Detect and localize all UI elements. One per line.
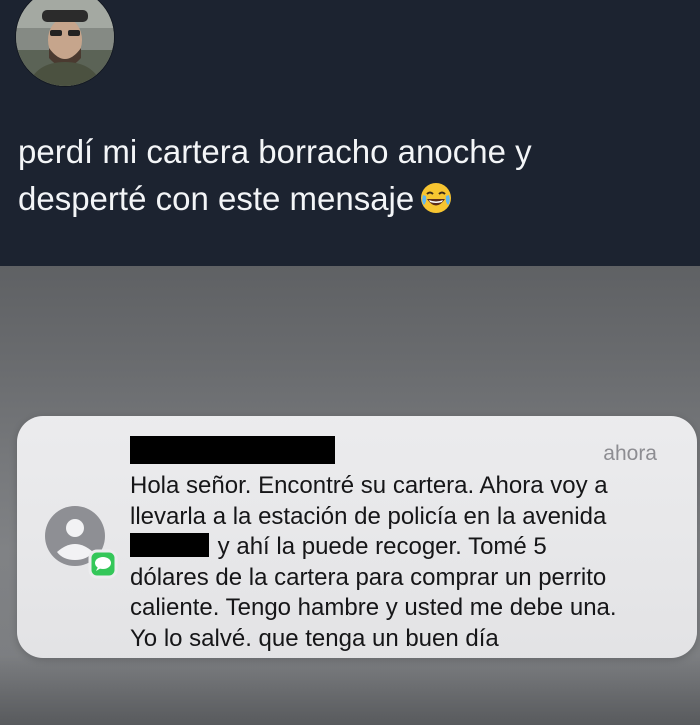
redacted-sender-name [130,436,335,464]
message-line-with-redaction: y ahí la puede recoger. Tomé 5 [130,532,690,563]
message-line: llevarla a la estación de policía en la … [130,502,607,530]
notification-time: ahora [603,442,657,465]
tweet-header: perdí mi cartera borracho anoche y despe… [0,0,700,266]
message-body: Hola señor. Encontré su cartera. Ahora v… [130,471,690,654]
message-line: dólares de la cartera para comprar un pe… [130,563,607,591]
screenshot: perdí mi cartera borracho anoche y despe… [0,0,700,725]
message-line: y ahí la puede recoger. Tomé 5 [217,533,547,560]
message-line: caliente. Tengo hambre y usted me debe u… [130,594,617,621]
avatar-photo [16,0,114,86]
tweet-line-2: desperté con este mensaje [18,180,415,217]
tweet-text: perdí mi cartera borracho anoche y despe… [18,128,678,226]
message-line: Hola señor. Encontré su cartera. Ahora v… [130,472,608,499]
contact-avatar-icon [37,498,123,584]
tweet-line-1: perdí mi cartera borracho anoche y [18,133,532,170]
message-notification[interactable]: ahora Hola señor. Encontré su cartera. A… [17,416,697,658]
message-line: Yo lo salvé. que tenga un buen día [130,624,499,652]
face-with-tears-of-joy-icon [420,179,452,226]
redacted-street-name [130,533,209,557]
avatar[interactable] [16,0,114,86]
